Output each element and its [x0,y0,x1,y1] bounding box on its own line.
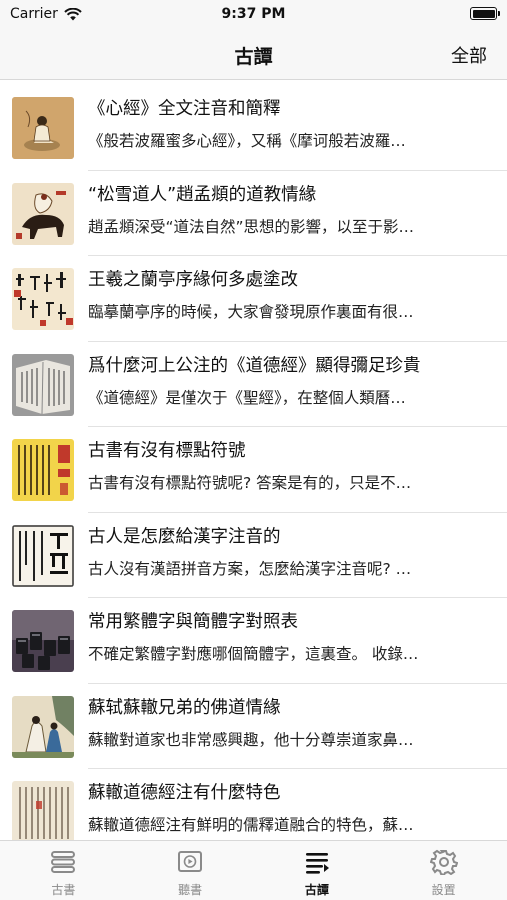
article-summary: 蘇轍對道家也非常感興趣，他十分尊崇道家鼻… [88,730,414,749]
article-summary: 《般若波羅蜜多心經》，又稱《摩诃般若波羅… [88,132,406,150]
status-bar: Carrier 9:37 PM [0,0,507,28]
tab-label: 設置 [431,883,456,897]
article-row-phonetic[interactable]: 古人是怎麼給漢字注音的 古人沒有漢語拼音方案，怎麼給漢字注音呢? … [0,513,507,598]
article-title: 爲什麼河上公注的《道德經》顯得彌足珍貴 [88,355,421,376]
article-row-zhao-mengfu[interactable]: “松雪道人”趙孟頫的道教情緣 趙孟頫深受“道法自然”思想的影響，以至于影… [0,171,507,256]
article-title: 常用繁體字與簡體字對照表 [88,612,298,632]
article-summary: 不確定繁體字對應哪個簡體字，這裏查。 收錄… [88,645,419,663]
article-summary: 蘇轍道德經注有鮮明的儒釋道融合的特色，蘇… [88,816,414,834]
article-row-dao-de-jing-heshang[interactable]: 爲什麼河上公注的《道德經》顯得彌足珍貴 《道德經》是僅次于《聖經》，在整個人類曆… [0,342,507,427]
article-title: 蘇轍道德經注有什麼特色 [88,783,281,803]
books-icon [51,851,76,873]
article-title: 蘇轼蘇轍兄弟的佛道情緣 [88,697,281,718]
type-blocks-thumbnail [12,610,74,672]
old-book-thumbnail [12,353,74,416]
article-title: 古人是怎麼給漢字注音的 [88,526,281,547]
tab-settings[interactable]: 設置 [380,841,507,900]
play-video-icon [178,851,203,872]
article-summary: 臨摹蘭亭序的時候，大家會發現原作裏面有很… [88,303,414,321]
gear-icon [429,849,458,875]
article-row-su-zhe-commentary[interactable]: 蘇轍道德經注有什麼特色 蘇轍道德經注有鮮明的儒釋道融合的特色，蘇… [0,769,507,840]
show-all-button[interactable]: 全部 [451,42,487,68]
list-icon [305,853,329,874]
article-summary: 古人沒有漢語拼音方案，怎麼給漢字注音呢? … [88,559,412,578]
calligraphy-red-thumbnail [12,268,74,330]
tab-bar: 古書 聽書 古譚 設置 [0,840,507,900]
yellow-manuscript-thumbnail [12,439,74,501]
tab-listen[interactable]: 聽書 [127,841,254,900]
scholars-painting-thumbnail [12,695,74,758]
article-row-heart-sutra[interactable]: 《心經》全文注音和簡釋 《般若波羅蜜多心經》，又稱《摩诃般若波羅… [0,85,507,171]
article-summary: 《道德經》是僅次于《聖經》，在整個人類曆… [88,388,406,407]
dictionary-page-thumbnail [12,524,74,587]
buddha-painting-thumbnail [12,97,74,159]
tab-books[interactable]: 古書 [0,841,127,900]
battery-icon [470,7,500,20]
article-row-lantingxu[interactable]: 王羲之蘭亭序緣何多處塗改 臨摹蘭亭序的時候，大家會發現原作裏面有很… [0,256,507,342]
article-title: “松雪道人”趙孟頫的道教情緣 [88,184,317,205]
tab-label: 聽書 [178,883,203,897]
horse-rider-painting-thumbnail [12,182,74,245]
tab-label: 古譚 [304,883,329,897]
manuscript-scroll-thumbnail [12,781,74,840]
navigation-bar: 古譚 全部 [0,28,507,80]
page-title: 古譚 [234,46,273,68]
clock: 9:37 PM [221,6,286,22]
tab-guzan[interactable]: 古譚 [254,841,381,900]
article-summary: 古書有沒有標點符號呢? 答案是有的，只是不… [88,474,412,492]
article-title: 古書有沒有標點符號 [88,441,246,461]
article-title: 王羲之蘭亭序緣何多處塗改 [88,270,298,290]
article-row-punctuation[interactable]: 古書有沒有標點符號 古書有沒有標點符號呢? 答案是有的，只是不… [0,427,507,513]
article-row-character-table[interactable]: 常用繁體字與簡體字對照表 不確定繁體字對應哪個簡體字，這裏查。 收錄… [0,598,507,684]
tab-label: 古書 [51,883,76,897]
article-title: 《心經》全文注音和簡釋 [88,99,281,119]
article-summary: 趙孟頫深受“道法自然”思想的影響，以至于影… [88,217,415,236]
article-row-su-brothers[interactable]: 蘇轼蘇轍兄弟的佛道情緣 蘇轍對道家也非常感興趣，他十分尊崇道家鼻… [0,684,507,769]
article-list[interactable]: 《心經》全文注音和簡釋 《般若波羅蜜多心經》，又稱《摩诃般若波羅… “松雪道人”… [0,85,507,840]
